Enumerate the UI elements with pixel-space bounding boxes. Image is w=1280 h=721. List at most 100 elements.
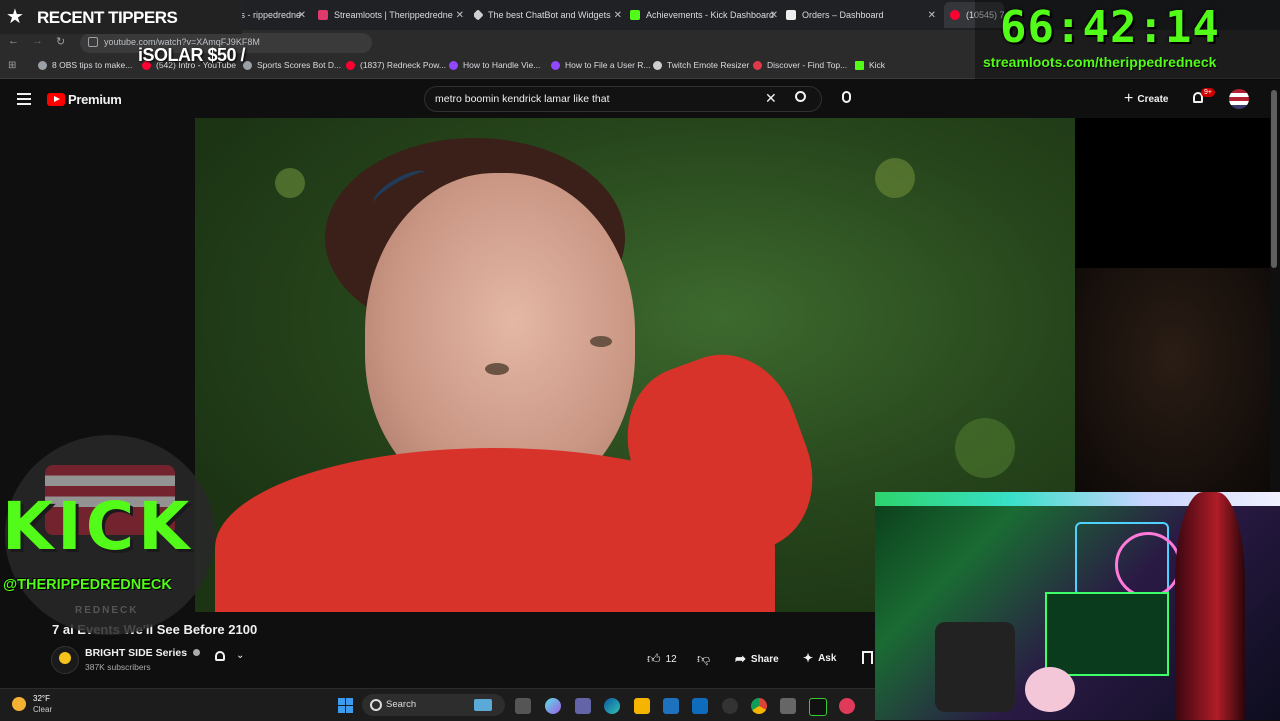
foliage-highlight [275, 168, 305, 198]
create-label: Create [1137, 93, 1169, 105]
close-icon[interactable]: ✕ [614, 10, 622, 21]
bookmark-item[interactable]: How to File a User R... [551, 60, 651, 70]
browser-tab[interactable]: Streamloots | Therippedredne ✕ [318, 2, 468, 28]
tab-title: Orders – Dashboard [802, 10, 884, 20]
search-input[interactable]: metro boomin kendrick lamar like that ✕ [424, 86, 822, 112]
page-scrollbar[interactable] [1271, 90, 1277, 268]
bookmark-item[interactable]: Kick [855, 60, 885, 70]
eye-shape [485, 363, 509, 375]
channel-avatar[interactable] [51, 646, 79, 674]
like-button[interactable]: 👍︎ 12 [647, 651, 677, 667]
bookmark-item[interactable]: 8 OBS tips to make... [38, 60, 132, 70]
clear-search-icon[interactable]: ✕ [765, 90, 777, 107]
bookmark-item[interactable]: Sports Scores Bot D... [243, 60, 341, 70]
apps-grid-icon[interactable]: ⊞ [8, 60, 16, 71]
side-panel [1075, 118, 1270, 268]
star-icon: ★ [6, 6, 24, 28]
site-info-icon[interactable] [88, 37, 98, 47]
bookmark-favicon-icon [346, 60, 355, 70]
menu-icon[interactable] [17, 93, 31, 105]
app-icon[interactable] [780, 698, 796, 714]
app-icon[interactable] [839, 698, 855, 714]
close-icon[interactable]: ✕ [298, 10, 306, 21]
chrome-icon[interactable] [751, 698, 767, 714]
bookmark-label: Sports Scores Bot D... [257, 60, 342, 70]
foliage-highlight [955, 418, 1015, 478]
bookmark-label: How to File a User R... [565, 60, 651, 70]
webcam-overlay [875, 492, 1280, 720]
thumbs-up-icon: 👍︎ [647, 651, 661, 666]
bookmark-favicon-icon [551, 60, 560, 70]
tab-title: The best ChatBot and Widgets [488, 10, 611, 20]
close-icon[interactable]: ✕ [456, 10, 464, 21]
edge-icon[interactable] [604, 698, 620, 714]
bookmark-favicon-icon [753, 60, 762, 70]
terminal-icon[interactable] [809, 698, 827, 716]
close-icon[interactable]: ✕ [928, 10, 936, 21]
ask-button[interactable]: ✦ Ask [803, 651, 836, 665]
thumbs-down-icon: 👎︎ [697, 651, 711, 666]
save-bookmark-icon[interactable] [862, 651, 873, 664]
youtube-logo[interactable]: Premium [47, 92, 122, 107]
start-windows-icon[interactable] [338, 698, 353, 713]
like-count: 12 [665, 653, 677, 665]
recent-tippers-banner: ★ RECENT TIPPERS [0, 0, 242, 34]
dislike-button[interactable]: 👎︎ [697, 651, 710, 667]
teams-icon[interactable] [575, 698, 591, 714]
bookmark-item[interactable]: Discover - Find Top... [753, 60, 847, 70]
bookmark-item[interactable]: How to Handle Vie... [449, 60, 540, 70]
kick-sublabel: REDNECK [75, 605, 139, 616]
store-icon[interactable] [663, 698, 679, 714]
browser-tab[interactable]: Achievements - Kick Dashboard ✕ [630, 2, 782, 28]
obs-icon[interactable] [722, 698, 738, 714]
task-view-icon[interactable] [515, 698, 531, 714]
tab-favicon-icon [318, 10, 328, 20]
reload-icon[interactable]: ↻ [56, 35, 65, 48]
close-icon[interactable]: ✕ [770, 10, 778, 21]
avatar[interactable] [1229, 89, 1249, 109]
bookmark-favicon-icon [855, 60, 864, 70]
foliage-highlight [875, 158, 915, 198]
tab-favicon-icon [630, 10, 640, 20]
chevron-down-icon[interactable]: ⌄ [236, 650, 244, 661]
bookmark-favicon-icon [38, 60, 47, 70]
streamer-figure [1175, 492, 1245, 720]
weather-moon-icon [12, 697, 26, 711]
share-arrow-icon: ➦ [735, 651, 746, 666]
share-button[interactable]: ➦ Share [735, 651, 779, 667]
kick-handle: @THERIPPEDREDNECK [3, 577, 172, 593]
tab-title: Achievements - Kick Dashboard [646, 10, 775, 20]
file-explorer-icon[interactable] [634, 698, 650, 714]
microphone-icon[interactable] [842, 91, 851, 103]
copilot-icon[interactable] [545, 698, 561, 714]
streamloots-url: streamloots.com/therippedredneck [983, 54, 1217, 70]
tab-title: Streamloots | Therippedredne [334, 10, 453, 20]
outlook-icon[interactable] [692, 698, 708, 714]
tab-favicon-icon [474, 9, 484, 21]
browser-tab[interactable]: The best ChatBot and Widgets ✕ [474, 2, 626, 28]
taskbar-search[interactable]: Search [362, 694, 505, 716]
notification-badge: 9+ [1201, 88, 1215, 97]
chair-shape [935, 622, 1015, 712]
weather-desc: Clear [33, 705, 53, 714]
eye-shape [590, 336, 612, 347]
subscriber-count: 387K subscribers [85, 662, 151, 672]
bookmark-label: (1837) Redneck Pow... [360, 60, 446, 70]
search-icon[interactable] [795, 91, 806, 102]
shelf-lights [1045, 592, 1169, 676]
create-button[interactable]: + Create [1124, 91, 1169, 107]
bookmark-item[interactable]: (1837) Redneck Pow... [346, 60, 446, 70]
browser-tab[interactable]: Orders – Dashboard ✕ [786, 2, 940, 28]
subscribe-bell-icon[interactable] [215, 651, 225, 663]
windows-taskbar: 32°F Clear Search [0, 688, 875, 721]
bookmark-item[interactable]: Twitch Emote Resizer [653, 60, 749, 70]
notifications-bell-icon[interactable]: 9+ [1193, 88, 1215, 106]
search-query-text: metro boomin kendrick lamar like that [435, 93, 610, 105]
bookmark-label: Twitch Emote Resizer [667, 60, 750, 70]
taskbar-search-label: Search [386, 699, 417, 710]
back-icon[interactable]: ← [8, 35, 19, 47]
bookmark-favicon-icon [653, 60, 662, 70]
channel-name-row[interactable]: BRIGHT SIDE Series [85, 647, 201, 659]
forward-icon[interactable]: → [32, 35, 43, 47]
recent-tippers-label: RECENT TIPPERS [37, 8, 178, 27]
